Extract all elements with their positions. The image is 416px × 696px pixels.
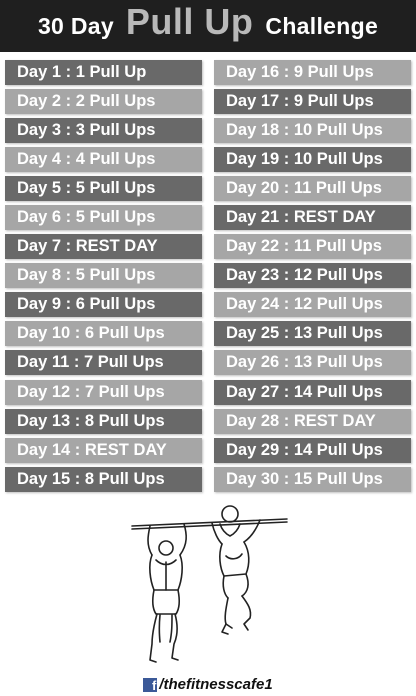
day-row: Day 17 : 9 Pull Ups (214, 89, 411, 115)
day-row: Day 19 : 10 Pull Ups (214, 147, 411, 173)
day-row: Day 12 : 7 Pull Ups (5, 379, 202, 405)
day-row: Day 8 : 5 Pull Ups (5, 263, 202, 289)
day-row: Day 22 : 11 Pull Ups (214, 234, 411, 260)
day-row: Day 30 : 15 Pull Ups (214, 466, 411, 492)
days-16-30-column: Day 16 : 9 Pull Ups Day 17 : 9 Pull Ups … (214, 60, 411, 496)
day-row: Day 9 : 6 Pull Ups (5, 292, 202, 318)
day-row: Day 20 : 11 Pull Ups (214, 176, 411, 202)
title-highlight: Pull Up (125, 1, 254, 42)
day-row: Day 13 : 8 Pull Ups (5, 408, 202, 434)
day-row: Day 10 : 6 Pull Ups (5, 321, 202, 347)
day-row: Day 16 : 9 Pull Ups (214, 60, 411, 85)
day-row: Day 29 : 14 Pull Ups (214, 437, 411, 463)
day-row: Day 6 : 5 Pull Ups (5, 205, 202, 231)
day-row: Day 2 : 2 Pull Ups (5, 89, 202, 115)
day-row: Day 7 : REST DAY (5, 234, 202, 260)
day-row: Day 3 : 3 Pull Ups (5, 118, 202, 144)
day-row: Day 1 : 1 Pull Up (5, 60, 202, 85)
title-suffix: Challenge (265, 12, 379, 39)
day-row: Day 11 : 7 Pull Ups (5, 350, 202, 376)
title-prefix: 30 Day (37, 12, 114, 39)
pull-up-illustration (131, 505, 288, 663)
social-footer: f /thefitnesscafe1 (0, 676, 416, 693)
day-row: Day 4 : 4 Pull Ups (5, 147, 202, 173)
facebook-icon: f (143, 677, 158, 692)
day-row: Day 28 : REST DAY (214, 408, 411, 434)
day-row: Day 5 : 5 Pull Ups (5, 176, 202, 202)
day-row: Day 21 : REST DAY (214, 205, 411, 231)
social-handle: /thefitnesscafe1 (159, 676, 273, 693)
page-header: 30 Day Pull Up Challenge (0, 0, 416, 52)
day-row: Day 15 : 8 Pull Ups (5, 466, 202, 492)
day-row: Day 14 : REST DAY (5, 437, 202, 463)
day-row: Day 18 : 10 Pull Ups (214, 118, 411, 144)
day-row: Day 23 : 12 Pull Ups (214, 263, 411, 289)
day-row: Day 24 : 12 Pull Ups (214, 292, 411, 318)
day-row: Day 25 : 13 Pull Ups (214, 321, 411, 347)
day-row: Day 26 : 13 Pull Ups (214, 350, 411, 376)
days-1-15-column: Day 1 : 1 Pull Up Day 2 : 2 Pull Ups Day… (5, 60, 202, 496)
day-row: Day 27 : 14 Pull Ups (214, 379, 411, 405)
